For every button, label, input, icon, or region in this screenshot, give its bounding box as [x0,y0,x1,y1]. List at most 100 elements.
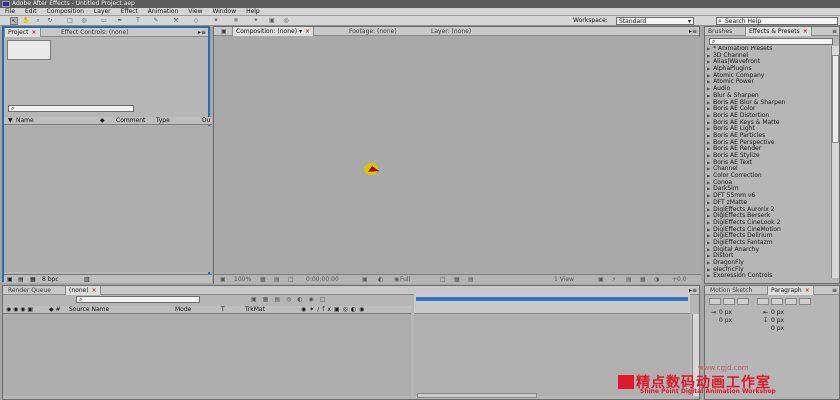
mask-tool-icon[interactable]: ▭ [100,17,108,25]
snapshot-icon[interactable]: ▣ [362,275,368,285]
col-mode[interactable]: Mode [175,306,191,314]
space-before-value[interactable]: 0 px [771,317,784,324]
menu-edit[interactable]: Edit [25,8,37,15]
col-duration[interactable]: Du [202,117,210,125]
effects-search-input[interactable]: ⌕ [709,38,833,45]
align-right-button[interactable] [737,298,749,305]
selection-tool-icon[interactable]: ↖ [10,17,18,25]
region-icon[interactable]: □ [440,275,446,285]
current-time[interactable]: 0:00:00:00 [306,275,339,285]
indent-left-value[interactable]: 0 px [719,309,732,316]
project-item-list[interactable] [4,126,212,272]
menu-composition[interactable]: Composition [47,8,84,15]
eraser-tool-icon[interactable]: ◇ [192,17,200,25]
tab-paragraph[interactable]: Paragraph × [767,286,814,295]
panel-menu-icon[interactable]: ≡ [832,27,837,36]
pen-tool-icon[interactable]: ✒ [116,17,124,25]
clone-stamp-tool-icon[interactable]: ⚒ [172,17,180,25]
puppet-starch-tool-icon[interactable]: ✴ [252,17,260,25]
text-tool-icon[interactable]: T [134,17,142,25]
channel-icon[interactable]: ◉ [394,275,399,285]
justify-center-button[interactable] [771,298,783,305]
lock-icon[interactable]: ▣ [218,27,232,36]
always-preview-icon[interactable]: ▣ [220,275,226,285]
justify-right-button[interactable] [785,298,797,305]
menu-file[interactable]: File [5,8,15,15]
mask-visibility-icon[interactable]: □ [288,275,294,285]
justify-left-button[interactable] [757,298,769,305]
3d-view-icon[interactable]: ▤ [468,275,474,285]
time-ruler[interactable] [414,294,690,314]
axis-mode-icon[interactable]: ▣ [268,17,276,25]
new-composition-icon[interactable]: ▦ [30,275,36,284]
camera-tool-icon[interactable]: □ [66,17,74,25]
col-t[interactable]: T [221,306,225,314]
scrollbar-thumb[interactable] [832,55,839,143]
timeline-switches[interactable]: ▣▦▤◎◐◉□ [251,296,331,303]
transparency-grid-icon[interactable]: ▦ [454,275,460,285]
effects-list-item[interactable]: Expression Controls [707,273,829,277]
resolution-select[interactable]: Full [400,275,410,285]
pan-behind-tool-icon[interactable]: ◎ [80,17,88,25]
timeline-search-input[interactable]: ⌕ [76,296,200,303]
trash-icon[interactable]: ▥ [84,275,90,284]
toggle-pixel-aspect-icon[interactable]: ▣ [598,275,604,285]
tab-motion-sketch[interactable]: Motion Sketch [707,286,755,295]
panel-menu-icon[interactable]: ▸≡ [198,28,206,37]
timeline-layer-list[interactable] [3,314,411,396]
new-folder-icon[interactable]: ▤ [18,275,24,284]
first-line-indent-value[interactable]: 0 px [719,317,732,324]
tab-layer[interactable]: Layer: (none) [428,27,474,36]
justify-all-button[interactable] [799,298,811,305]
view-layout-select[interactable]: 1 View [554,275,574,285]
zoom-slider[interactable] [417,393,537,398]
composition-viewer[interactable] [214,37,701,274]
panel-menu-icon[interactable]: ≡ [832,286,837,295]
hand-tool-icon[interactable]: ✋ [22,17,30,25]
panel-menu-icon[interactable]: ▸≡ [689,27,697,36]
space-after-value[interactable]: 0 px [771,325,784,332]
timeline-icon[interactable]: ▤ [626,275,632,285]
work-area-bar[interactable] [416,297,688,301]
col-source-name[interactable]: Source Name [69,306,109,314]
effects-scrollbar[interactable] [831,46,839,278]
tab-brushes[interactable]: Brushes [705,27,735,36]
exposure-icon[interactable]: ◑ [654,275,659,285]
col-trkmat[interactable]: TrkMat [245,306,265,314]
workspace-select[interactable]: Standard [616,17,694,25]
menu-window[interactable]: Window [212,8,236,15]
grid-icon[interactable]: ▤ [274,275,280,285]
panel-menu-icon[interactable]: ▸≡ [689,286,697,295]
puppet-overlap-tool-icon[interactable]: ✵ [232,17,240,25]
search-help-input[interactable]: Search Help [716,17,838,25]
menu-layer[interactable]: Layer [94,8,111,15]
col-comment[interactable]: Comment [116,117,145,125]
tab-render-queue[interactable]: Render Queue [5,286,54,295]
show-snapshot-icon[interactable]: ◐ [378,275,383,285]
indent-right-value[interactable]: 0 px [771,309,784,316]
safe-zones-icon[interactable]: ▦ [260,275,266,285]
rotate-tool-icon[interactable]: ↻ [46,17,54,25]
comp-flowchart-icon[interactable]: ▦ [640,275,646,285]
brush-tool-icon[interactable]: ✎ [152,17,160,25]
align-center-button[interactable] [723,298,735,305]
tab-effect-controls[interactable]: Effect Controls: (none) [58,28,132,37]
col-type[interactable]: Type [156,117,170,125]
world-axis-icon[interactable]: ◎ [282,17,290,25]
tab-footage[interactable]: Footage: (none) [346,27,400,36]
tab-composition[interactable]: Composition: (none) ▾ × [232,27,315,36]
fast-previews-icon[interactable]: ⚡ [612,275,616,285]
project-bpc[interactable]: 8 bpc [42,275,59,284]
menu-view[interactable]: View [188,8,202,15]
tab-effects-presets[interactable]: Effects & Presets × [745,27,812,36]
tab-project[interactable]: Project × [4,28,41,37]
menu-help[interactable]: Help [246,8,260,15]
exposure-value[interactable]: +0.0 [672,275,687,285]
align-left-button[interactable] [709,298,721,305]
menu-animation[interactable]: Animation [148,8,179,15]
puppet-tool-icon[interactable]: ✶ [212,17,220,25]
menu-effect[interactable]: Effect [121,8,138,15]
interpret-footage-icon[interactable]: ▣ [7,275,13,284]
zoom-tool-icon[interactable]: ⌕ [34,17,42,25]
tab-timeline-none[interactable]: (none) × [65,286,101,295]
